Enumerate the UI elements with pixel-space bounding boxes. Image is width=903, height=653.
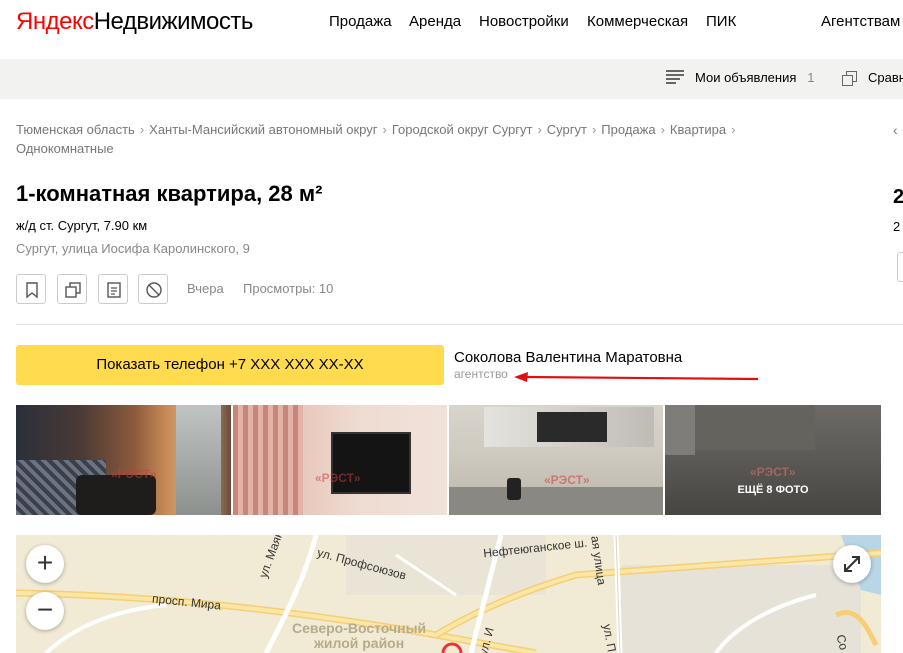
district-label: Северо-Восточный жилой район [292,620,427,651]
views-count: Просмотры: 10 [243,281,334,296]
breadcrumb-item[interactable]: Квартира [670,122,726,137]
sidebar-partial-text: ‹ [893,122,898,138]
compare-icon [842,71,858,87]
station-distance: ж/д ст. Сургут, 7.90 км [16,218,148,233]
map[interactable]: Нефтеюганское ш. ул. Профсоюзов ул. Маяк… [16,535,881,653]
compare-icon [65,282,81,298]
bookmark-button[interactable] [16,274,46,304]
compare-button[interactable] [57,274,87,304]
breadcrumb-item[interactable]: Городской округ Сургут [392,122,533,137]
address[interactable]: Сургут, улица Иосифа Каролинского, 9 [16,241,250,256]
breadcrumb-item[interactable]: Сургут [547,122,587,137]
note-button[interactable] [98,274,128,304]
block-icon [146,282,162,298]
annotation-arrow [514,372,759,382]
breadcrumb: Тюменская область › Ханты-Мансийский автон… [16,122,736,156]
nav-agencies[interactable]: Агентствам [821,13,900,30]
my-ads-link[interactable]: Мои объявления 1 [695,70,814,85]
breadcrumb-item[interactable]: Ханты-Мансийский автономный округ [149,122,377,137]
map-roads [16,535,881,653]
zoom-in-button[interactable]: + [26,545,64,583]
sidebar-partial-button[interactable] [897,252,903,282]
price-partial: 2 [893,186,903,208]
nav-rent[interactable]: Аренда [409,13,461,30]
photo-3[interactable]: «РЭСТ» [449,405,663,515]
more-photos-label: ЕЩЁ 8 ФОТО [737,484,809,496]
zoom-out-button[interactable]: − [26,592,64,630]
photo-4-more[interactable]: «РЭСТ» ЕЩЁ 8 ФОТО [665,405,881,515]
logo-product: Недвижимость [93,8,254,35]
my-ads-count: 1 [807,70,815,85]
top-header: ЯндексНедвижимость Продажа Аренда Новост… [0,0,903,46]
nav-pik[interactable]: ПИК [706,13,736,30]
page-title: 1-комнатная квартира, 28 м² [16,181,323,206]
photo-2[interactable]: «РЭСТ» [233,405,447,515]
show-phone-button[interactable]: Показать телефон +7 XXX XXX XX-XX [16,345,444,385]
expand-icon [844,556,860,572]
logo[interactable]: ЯндексНедвижимость [16,8,253,36]
breadcrumb-item[interactable]: Тюменская область [16,122,135,137]
price-sub-partial: 2 [893,219,901,234]
photo-1[interactable]: «РЭСТ» [16,405,231,515]
compare-link[interactable]: Сравн [868,70,903,85]
fullscreen-button[interactable] [833,545,871,583]
bookmark-icon [26,282,38,299]
note-icon [107,282,121,298]
photo-watermark: «РЭСТ» [111,467,157,481]
breadcrumb-item[interactable]: Продажа [601,122,655,137]
divider [16,324,903,325]
my-ads-label: Мои объявления [695,70,797,85]
nav-sale[interactable]: Продажа [329,13,392,30]
photo-watermark: «РЭСТ» [750,465,796,479]
list-icon [666,70,684,84]
nav-commercial[interactable]: Коммерческая [587,13,688,30]
nav-new-buildings[interactable]: Новостройки [479,13,569,30]
seller-name: Соколова Валентина Маратовна [454,349,683,366]
breadcrumb-item[interactable]: Однокомнатные [16,141,114,156]
photo-watermark: «РЭСТ» [315,471,361,485]
user-subbar: Мои объявления 1 Сравн [0,59,903,99]
logo-brand: Яндекс [16,8,94,35]
publish-date: Вчера [187,281,224,296]
photo-watermark: «РЭСТ» [544,473,590,487]
seller-type: агентство [454,367,508,381]
hide-button[interactable] [138,274,168,304]
